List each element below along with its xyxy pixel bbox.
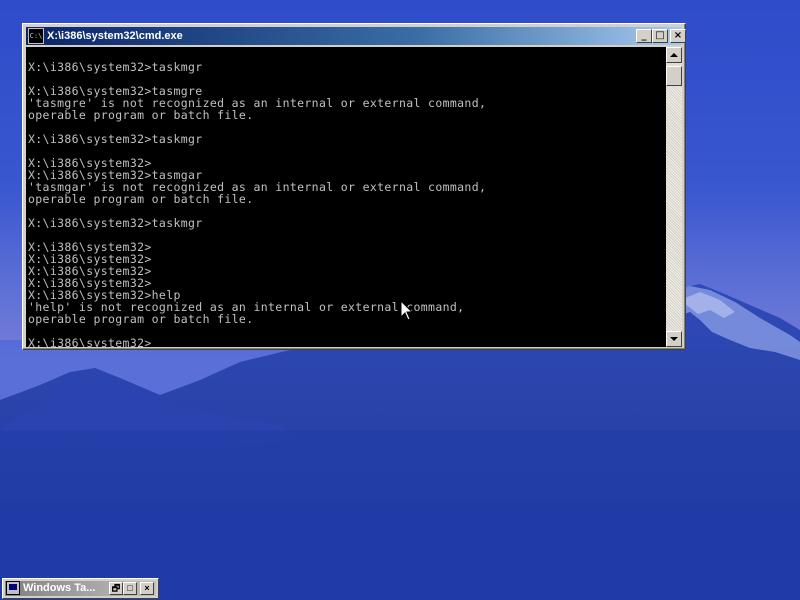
task-manager-icon (6, 581, 20, 595)
scroll-up-button[interactable] (666, 47, 682, 63)
console-line: X:\i386\system32> (28, 336, 152, 347)
minimize-button[interactable]: _ (636, 29, 652, 43)
console-output[interactable]: X:\i386\system32>taskmgr X:\i386\system32… (26, 47, 666, 347)
console-line: operable program or batch file. (28, 108, 254, 122)
console-line: X:\i386\system32>taskmgr (28, 216, 203, 230)
cmd-app-icon[interactable]: C:\ (28, 28, 44, 44)
scroll-down-button[interactable] (666, 331, 682, 347)
up-arrow-icon (670, 53, 678, 57)
minimized-task-manager-window[interactable]: Windows Ta... 🗗 □ × (2, 578, 159, 599)
window-title: X:\i386\system32\cmd.exe (47, 30, 183, 42)
console-line: X:\i386\system32>taskmgr (28, 132, 203, 146)
console-line: X:\i386\system32>taskmgr (28, 60, 203, 74)
cmd-window[interactable]: C:\ X:\i386\system32\cmd.exe _ □ × X:\i3… (22, 23, 686, 350)
down-arrow-icon (670, 337, 678, 341)
console-line: operable program or batch file. (28, 312, 254, 326)
console-line: operable program or batch file. (28, 192, 254, 206)
minimized-window-title: Windows Ta... (23, 582, 96, 594)
mouse-cursor-icon (400, 300, 414, 321)
maximize-button[interactable]: □ (123, 582, 137, 595)
scrollbar-thumb[interactable] (666, 66, 682, 86)
cmd-titlebar[interactable]: C:\ X:\i386\system32\cmd.exe _ □ × (26, 27, 686, 45)
restore-button[interactable]: 🗗 (109, 582, 123, 595)
close-button[interactable]: × (670, 29, 686, 43)
maximize-button[interactable]: □ (652, 29, 668, 43)
vertical-scrollbar[interactable] (666, 47, 682, 347)
minimized-titlebar[interactable]: Windows Ta... 🗗 □ × (5, 581, 156, 596)
close-button[interactable]: × (140, 582, 154, 595)
